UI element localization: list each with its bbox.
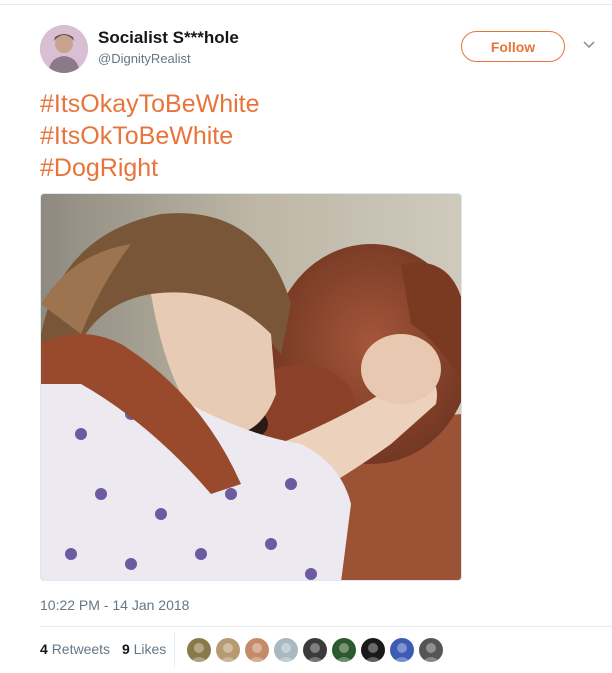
follow-button[interactable]: Follow xyxy=(461,31,565,62)
user-handle[interactable]: @DignityRealist xyxy=(98,51,191,66)
avatar[interactable] xyxy=(40,25,88,73)
likes-count: 9 xyxy=(121,641,130,657)
liker-avatar-3[interactable] xyxy=(245,638,269,662)
stats-separator xyxy=(174,632,175,668)
chevron-down-icon[interactable] xyxy=(582,40,596,50)
liker-avatar-2[interactable] xyxy=(216,638,240,662)
likes-label: Likes xyxy=(133,641,167,657)
tweet-stats: 4 Retweets 9 Likes xyxy=(40,641,174,657)
liker-avatar-9[interactable] xyxy=(419,638,443,662)
hashtag-link[interactable]: #DogRight xyxy=(40,152,260,184)
liker-avatar-4[interactable] xyxy=(274,638,298,662)
hashtag-link[interactable]: #ItsOkayToBeWhite xyxy=(40,88,260,120)
likes-stat[interactable]: 9 Likes xyxy=(122,641,166,657)
liker-avatar-7[interactable] xyxy=(361,638,385,662)
hashtag-link[interactable]: #ItsOkToBeWhite xyxy=(40,120,260,152)
liker-avatar-1[interactable] xyxy=(187,638,211,662)
liker-avatar-8[interactable] xyxy=(390,638,414,662)
stats-divider xyxy=(40,626,612,627)
tweet-text: #ItsOkayToBeWhite #ItsOkToBeWhite #DogRi… xyxy=(40,88,260,184)
tweet-photo[interactable] xyxy=(40,193,462,581)
liker-avatar-6[interactable] xyxy=(332,638,356,662)
retweets-stat[interactable]: 4 Retweets xyxy=(40,641,110,657)
top-divider xyxy=(0,4,612,5)
retweets-label: Retweets xyxy=(51,641,111,657)
liker-avatar-5[interactable] xyxy=(303,638,327,662)
display-name[interactable]: Socialist S***hole xyxy=(98,28,239,48)
girl-hugging-dog-image xyxy=(41,194,461,580)
retweets-count: 4 xyxy=(40,641,48,657)
avatar-image xyxy=(40,25,88,73)
tweet-timestamp[interactable]: 10:22 PM - 14 Jan 2018 xyxy=(40,597,189,613)
